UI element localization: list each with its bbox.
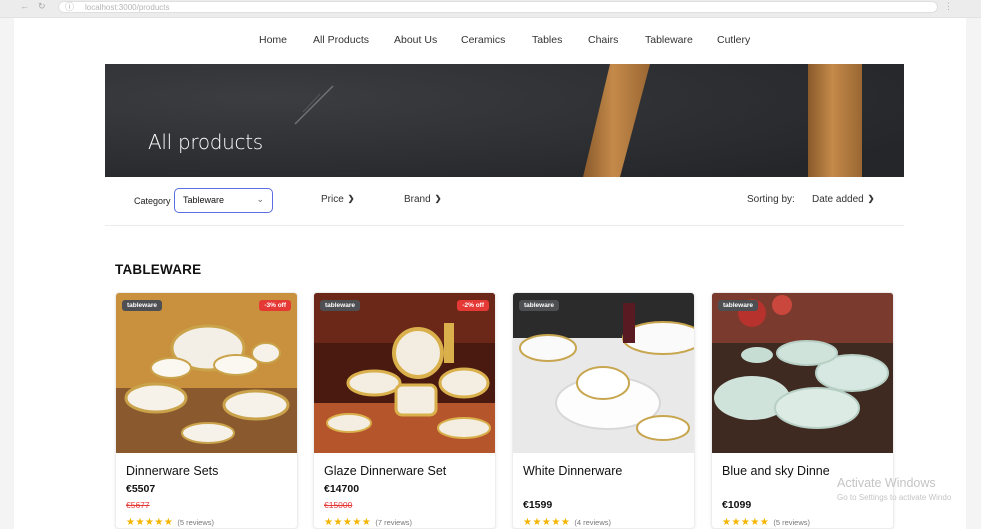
nav-all-products[interactable]: All Products [313, 34, 369, 46]
nav-chairs[interactable]: Chairs [588, 34, 618, 46]
category-badge: tableware [718, 300, 758, 311]
rating-stars: ★★★★★ (4 reviews) [523, 517, 611, 528]
product-card[interactable]: tableware -2% off Glaze Dinnerware Set €… [313, 292, 496, 529]
product-price: €1099 [722, 499, 752, 511]
nav-about-us[interactable]: About Us [394, 34, 437, 46]
brand-dropdown[interactable]: Brand ❯ [404, 194, 441, 205]
rating-stars: ★★★★★ (5 reviews) [126, 517, 214, 528]
nav-tables[interactable]: Tables [532, 34, 562, 46]
rating-stars: ★★★★★ (5 reviews) [722, 517, 810, 528]
category-select[interactable]: Tableware ⌄ [174, 188, 273, 213]
product-old-price: €5677 [126, 500, 150, 510]
product-image [314, 293, 495, 453]
star-icons: ★★★★★ [722, 517, 770, 528]
discount-badge: -3% off [259, 300, 291, 311]
star-icons: ★★★★★ [523, 517, 571, 528]
product-name: White Dinnerware [523, 464, 623, 478]
product-price: €14700 [324, 483, 360, 495]
browser-menu-icon[interactable]: ⋮ [944, 0, 953, 12]
chevron-down-icon: ⌄ [256, 194, 264, 204]
windows-activation-watermark: Activate Windows Go to Settings to activ… [837, 476, 951, 502]
page-title: All products [148, 130, 263, 154]
price-label: Price [321, 194, 344, 205]
review-count: (7 reviews) [375, 518, 413, 527]
category-badge: tableware [519, 300, 559, 311]
nav-home[interactable]: Home [259, 34, 287, 46]
product-image [513, 293, 694, 453]
product-price: €1599 [523, 499, 553, 511]
nav-ceramics[interactable]: Ceramics [461, 34, 505, 46]
hero-background-image [105, 64, 904, 177]
section-title: TABLEWARE [115, 262, 202, 277]
browser-toolbar: ← ↻ ⓘ localhost:3000/products ⋮ [0, 0, 981, 18]
category-label: Category [134, 196, 171, 206]
nav-cutlery[interactable]: Cutlery [717, 34, 750, 46]
hero-banner: All products [105, 64, 904, 177]
chevron-down-icon: ❯ [867, 194, 875, 203]
watermark-title: Activate Windows [837, 476, 936, 490]
review-count: (4 reviews) [574, 518, 612, 527]
category-badge: tableware [122, 300, 162, 311]
product-image [116, 293, 297, 453]
review-count: (5 reviews) [177, 518, 215, 527]
chevron-down-icon: ❯ [434, 194, 442, 203]
main-nav: Home All Products About Us Ceramics Tabl… [14, 34, 966, 50]
filter-bar: Category Tableware ⌄ Price ❯ Brand ❯ Sorti… [105, 178, 904, 226]
discount-badge: -2% off [457, 300, 489, 311]
sorting-label: Sorting by: [747, 194, 795, 205]
chevron-down-icon: ❯ [347, 194, 355, 203]
price-dropdown[interactable]: Price ❯ [321, 194, 355, 205]
nav-tableware[interactable]: Tableware [645, 34, 693, 46]
star-icons: ★★★★★ [126, 517, 174, 528]
page: Home All Products About Us Ceramics Tabl… [14, 18, 966, 529]
rating-stars: ★★★★★ (7 reviews) [324, 517, 412, 528]
product-name: Glaze Dinnerware Set [324, 464, 447, 478]
back-icon[interactable]: ← [20, 0, 29, 12]
watermark-subtitle: Go to Settings to activate Windo [837, 493, 952, 502]
product-price: €5507 [126, 483, 156, 495]
product-old-price: €15000 [324, 500, 353, 510]
product-card[interactable]: tableware White Dinnerware €1599 ★★★★★ (4… [512, 292, 695, 529]
category-badge: tableware [320, 300, 360, 311]
product-card[interactable]: tableware -3% off Dinnerware Sets €5507 … [115, 292, 298, 529]
product-name: Dinnerware Sets [126, 464, 219, 478]
reload-icon[interactable]: ↻ [38, 0, 46, 12]
address-bar[interactable]: ⓘ localhost:3000/products [58, 1, 938, 13]
info-icon: ⓘ [65, 2, 75, 12]
review-count: (5 reviews) [773, 518, 811, 527]
category-select-value: Tableware [183, 195, 225, 205]
sorting-dropdown[interactable]: Date added ❯ [812, 194, 874, 205]
product-name: Blue and sky Dinne [722, 464, 830, 478]
star-icons: ★★★★★ [324, 517, 372, 528]
brand-label: Brand [404, 194, 431, 205]
url-text: localhost:3000/products [85, 3, 170, 12]
sorting-value: Date added [812, 194, 864, 205]
product-image [712, 293, 893, 453]
